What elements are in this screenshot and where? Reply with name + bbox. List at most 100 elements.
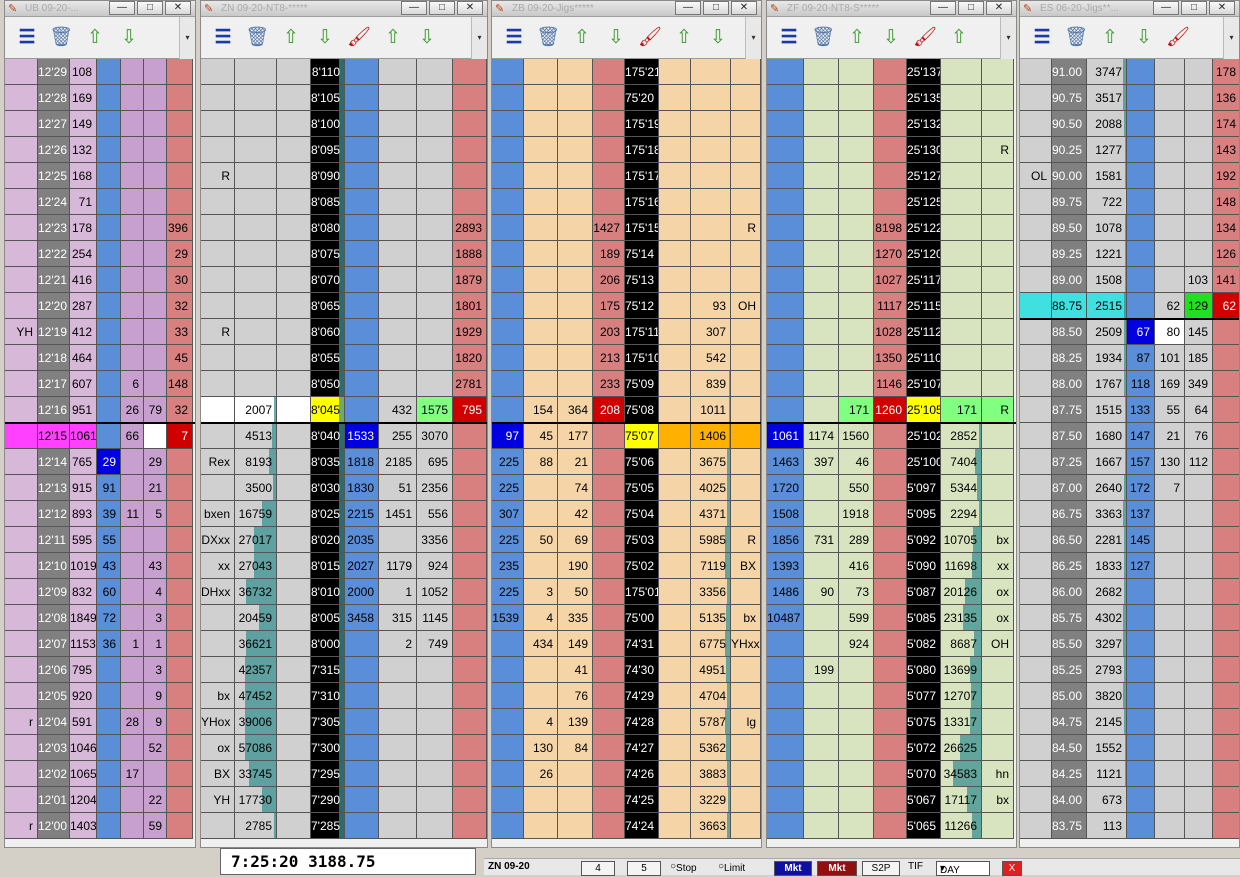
ladder-cell-box[interactable]: 1 xyxy=(144,631,167,657)
paint-brush-icon[interactable]: 🖌 xyxy=(913,26,937,50)
ladder-cell-box[interactable] xyxy=(1185,787,1213,813)
ladder-cell-box[interactable] xyxy=(731,501,761,527)
ladder-cell-box[interactable] xyxy=(804,761,839,787)
ladder-cell-box[interactable]: 23135 xyxy=(941,605,982,631)
ladder-cell-box[interactable] xyxy=(201,397,235,423)
ladder-cell-box[interactable] xyxy=(492,293,524,319)
ladder-cell-box[interactable] xyxy=(5,787,38,813)
ladder-cell-box[interactable]: 1393 xyxy=(767,553,804,579)
ladder-cell-box[interactable] xyxy=(167,501,193,527)
ladder-cell-box[interactable] xyxy=(97,85,121,111)
ladder-cell-box[interactable]: 84.50 xyxy=(1052,735,1087,761)
ladder-cell-box[interactable]: 951 xyxy=(70,397,97,423)
ladder-cell-box[interactable] xyxy=(1213,787,1240,813)
ladder-cell-box[interactable] xyxy=(593,449,625,475)
ladder-cell-box[interactable]: 8'105 xyxy=(311,85,345,111)
ladder-cell-box[interactable] xyxy=(1155,813,1185,839)
ladder-cell-box[interactable]: 9 xyxy=(144,683,167,709)
ladder-cell-box[interactable]: OH xyxy=(731,293,761,319)
ladder-cell-box[interactable]: 137 xyxy=(1127,501,1155,527)
ladder-cell-box[interactable] xyxy=(5,397,38,423)
ladder-cell-box[interactable] xyxy=(277,85,311,111)
ladder-cell-box[interactable] xyxy=(492,85,524,111)
ladder-cell-box[interactable] xyxy=(121,345,144,371)
ladder-cell-box[interactable] xyxy=(345,293,379,319)
ladder-cell-box[interactable] xyxy=(235,215,277,241)
mkt-buy-button[interactable]: Mkt xyxy=(774,861,812,876)
paint-brush-icon[interactable]: 🖌 xyxy=(347,26,371,50)
ladder-cell-box[interactable] xyxy=(201,293,235,319)
ladder-cell-box[interactable] xyxy=(941,319,982,345)
ladder-cell-box[interactable] xyxy=(804,501,839,527)
ladder-cell-box[interactable] xyxy=(235,111,277,137)
ladder-cell-box[interactable] xyxy=(659,163,691,189)
ladder-cell-box[interactable]: 839 xyxy=(691,371,731,397)
ladder-cell-box[interactable] xyxy=(731,137,761,163)
ladder-cell-box[interactable]: 1918 xyxy=(839,501,874,527)
ladder-cell-box[interactable] xyxy=(982,85,1014,111)
ladder-cell-box[interactable] xyxy=(593,709,625,735)
ladder-cell-box[interactable]: 1720 xyxy=(767,475,804,501)
ladder-cell-box[interactable]: DXxx xyxy=(201,527,235,553)
ladder-cell-box[interactable] xyxy=(691,111,731,137)
ladder-cell-box[interactable] xyxy=(144,527,167,553)
ladder-cell-box[interactable] xyxy=(524,501,558,527)
ladder-cell-box[interactable] xyxy=(731,683,761,709)
ladder-cell-box[interactable] xyxy=(982,345,1014,371)
ladder-cell-box[interactable]: 36 xyxy=(97,631,121,657)
ladder-cell-box[interactable]: 695 xyxy=(417,449,453,475)
ladder-cell-box[interactable] xyxy=(1185,657,1213,683)
ladder-cell-box[interactable] xyxy=(731,657,761,683)
ladder-cell-box[interactable] xyxy=(1127,579,1155,605)
ladder-cell-box[interactable] xyxy=(839,657,874,683)
ladder-cell-box[interactable] xyxy=(1213,657,1240,683)
ladder-cell-box[interactable]: 8'095 xyxy=(311,137,345,163)
ladder-cell-box[interactable]: 83.75 xyxy=(1052,813,1087,839)
ladder-cell-box[interactable]: 1833 xyxy=(1087,553,1127,579)
ladder-cell-box[interactable]: 213 xyxy=(593,345,625,371)
ladder-cell-box[interactable]: 722 xyxy=(1087,189,1127,215)
ladder-cell-box[interactable] xyxy=(453,111,487,137)
ladder-cell-box[interactable]: 364 xyxy=(558,397,593,423)
ladder-cell-box[interactable] xyxy=(144,59,167,85)
ladder-cell-box[interactable] xyxy=(1020,735,1052,761)
ladder-cell-box[interactable] xyxy=(839,761,874,787)
ladder-cell-box[interactable] xyxy=(277,137,311,163)
ladder-cell-box[interactable] xyxy=(167,761,193,787)
ladder-cell-box[interactable]: 225 xyxy=(492,579,524,605)
ladder-cell-box[interactable] xyxy=(804,735,839,761)
ladder-cell-box[interactable]: 147 xyxy=(1127,423,1155,449)
ladder-cell-box[interactable]: 2185 xyxy=(379,449,417,475)
ladder-cell-box[interactable] xyxy=(1020,85,1052,111)
ladder-cell-box[interactable] xyxy=(201,423,235,449)
ladder-cell-box[interactable]: 43 xyxy=(144,553,167,579)
ladder-cell-box[interactable] xyxy=(492,189,524,215)
ladder-cell-box[interactable]: 2035 xyxy=(345,527,379,553)
ladder-cell-box[interactable] xyxy=(982,215,1014,241)
trash-icon[interactable]: 🗑 xyxy=(245,26,269,50)
ladder-cell-box[interactable]: 4704 xyxy=(691,683,731,709)
ladder-cell-box[interactable]: ox xyxy=(982,605,1014,631)
ladder-cell-box[interactable]: 1486 xyxy=(767,579,804,605)
menu-icon[interactable]: ☰ xyxy=(502,26,526,50)
ladder-cell-box[interactable]: 26 xyxy=(121,397,144,423)
ladder-cell-box[interactable]: 1856 xyxy=(767,527,804,553)
arrow-up-icon[interactable]: ⇧ xyxy=(381,26,405,50)
ladder-cell-box[interactable] xyxy=(492,813,524,839)
ladder-cell-box[interactable]: 25'127 xyxy=(907,163,941,189)
ladder-cell-box[interactable]: 12'10 xyxy=(38,553,70,579)
ladder-cell-box[interactable]: 1575 xyxy=(417,397,453,423)
arrow-up-icon[interactable]: ⇧ xyxy=(672,26,696,50)
ladder-cell-box[interactable] xyxy=(235,241,277,267)
ladder-cell-box[interactable]: 143 xyxy=(1213,137,1240,163)
ladder-cell-box[interactable] xyxy=(982,683,1014,709)
maximize-button[interactable]: □ xyxy=(703,1,729,15)
ladder-cell-box[interactable] xyxy=(492,111,524,137)
ladder-cell-box[interactable] xyxy=(874,657,907,683)
ladder-cell-box[interactable] xyxy=(1185,215,1213,241)
ladder-cell-box[interactable] xyxy=(417,215,453,241)
ladder-cell-box[interactable] xyxy=(379,163,417,189)
ladder-cell-box[interactable] xyxy=(1155,553,1185,579)
ladder-cell-box[interactable]: 75'13 xyxy=(625,267,659,293)
ladder-cell-box[interactable]: 2640 xyxy=(1087,475,1127,501)
